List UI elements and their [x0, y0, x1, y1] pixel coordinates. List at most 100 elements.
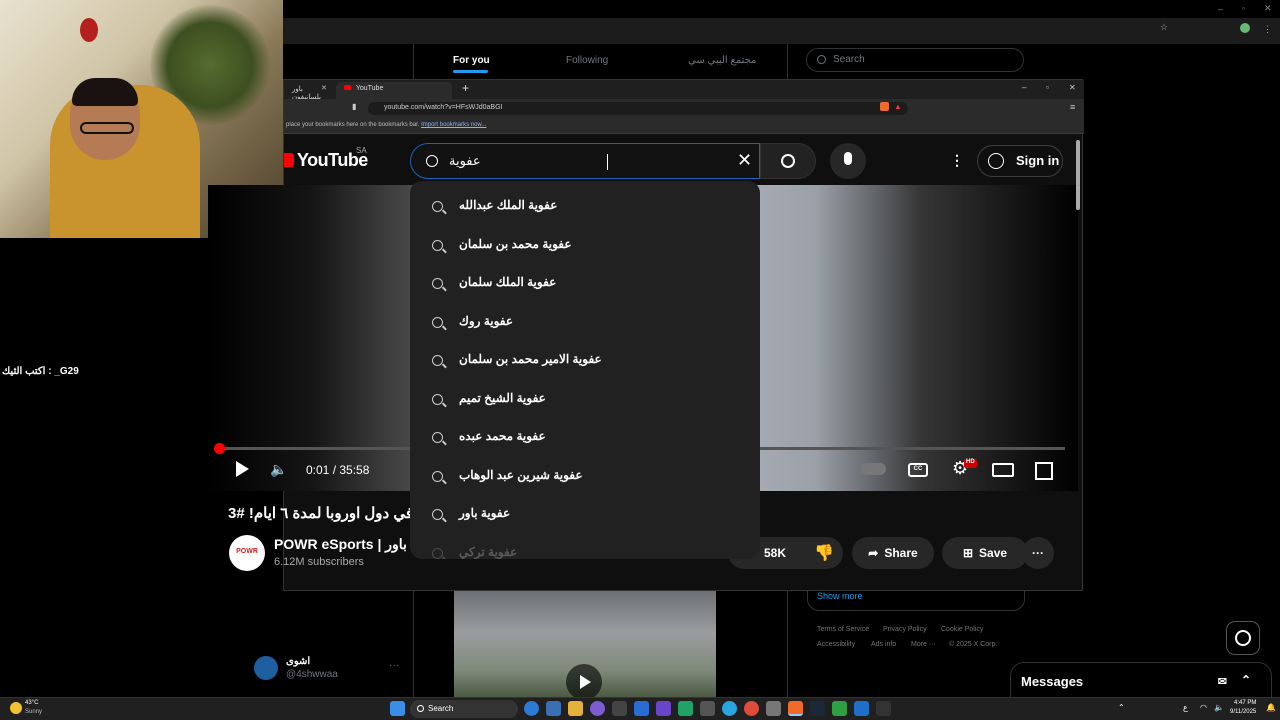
app-icon[interactable] — [854, 701, 869, 716]
tab-community[interactable]: مجتمع اليبي سي — [688, 55, 756, 66]
footer-privacy[interactable]: Privacy Policy — [883, 626, 927, 633]
post-author-name[interactable]: اشوى — [286, 656, 310, 667]
more-actions-button[interactable]: ··· — [1022, 537, 1054, 569]
autoplay-toggle[interactable] — [860, 463, 886, 475]
browser-menu-icon[interactable]: ≡ — [1070, 102, 1075, 112]
theater-mode-icon[interactable] — [992, 463, 1014, 477]
window-maximize-icon[interactable]: ▫ — [1046, 83, 1049, 92]
save-button[interactable]: ⊞ Save — [942, 537, 1028, 569]
suggestion-item[interactable]: عفوية الملك عبدالله — [410, 187, 760, 225]
suggestion-item[interactable]: عفوية الملك سلمان — [410, 264, 760, 302]
taskbar-search[interactable]: Search — [410, 700, 518, 718]
new-tab-icon[interactable]: + — [462, 81, 469, 95]
suggestion-item[interactable]: عفوية شيرين عبد الوهاب — [410, 457, 760, 495]
app-icon[interactable] — [766, 701, 781, 716]
volume-icon[interactable]: 🔈 — [270, 461, 287, 478]
suggestion-item[interactable]: عفوية تركي — [410, 534, 760, 559]
app-icon[interactable] — [700, 701, 715, 716]
suggestion-item[interactable]: عفوية محمد عبده — [410, 418, 760, 456]
tab-youtube[interactable]: YouTube — [336, 82, 452, 99]
suggestion-item[interactable]: عفوية باور — [410, 495, 760, 533]
sign-in-button[interactable]: Sign in — [977, 145, 1063, 177]
bookmark-star-icon[interactable]: ☆ — [1160, 22, 1168, 33]
clock-date[interactable]: 9/11/2025 — [1230, 709, 1256, 715]
address-bar[interactable]: youtube.com/watch?v=HFsWJd0aBGI — [368, 102, 908, 115]
footer-terms[interactable]: Terms of Service — [817, 626, 869, 633]
search-icon — [432, 278, 443, 289]
file-explorer-icon[interactable] — [568, 701, 583, 716]
progress-scrubber[interactable] — [214, 443, 225, 454]
footer-more[interactable]: More ··· — [911, 641, 936, 648]
bookmark-icon[interactable]: ▮ — [352, 102, 356, 111]
more-options-icon[interactable]: ··· — [389, 660, 399, 671]
tab-following[interactable]: Following — [566, 55, 608, 66]
terminal-icon[interactable] — [876, 701, 891, 716]
window-minimize-icon[interactable]: – — [1022, 83, 1026, 92]
clock-time[interactable]: 4:47 PM — [1234, 700, 1256, 706]
app-icon[interactable] — [634, 701, 649, 716]
media-play-button[interactable] — [566, 664, 602, 700]
compose-message-icon[interactable]: ✉ — [1218, 675, 1227, 688]
maximize-icon[interactable]: ▫ — [1242, 4, 1245, 13]
app-icon[interactable] — [590, 701, 605, 716]
voice-search-button[interactable] — [830, 143, 866, 179]
close-icon[interactable]: ✕ — [1264, 3, 1272, 14]
collapse-icon[interactable]: ⌃ — [1241, 673, 1251, 687]
chrome-icon[interactable] — [744, 701, 759, 716]
wifi-icon[interactable]: ◠ — [1200, 703, 1207, 712]
search-button[interactable] — [760, 143, 816, 179]
edge-icon[interactable] — [524, 701, 539, 716]
telegram-icon[interactable] — [722, 701, 737, 716]
mail-icon[interactable] — [546, 701, 561, 716]
tray-overflow-icon[interactable]: ⌃ — [1118, 703, 1125, 712]
channel-avatar[interactable]: POWR — [229, 535, 265, 571]
app-icon[interactable] — [832, 701, 847, 716]
captions-button[interactable]: CC — [908, 463, 928, 477]
start-icon[interactable] — [390, 701, 405, 716]
youtube-search-input[interactable]: عفوية ✕ — [410, 143, 760, 179]
share-button[interactable]: ➦ Share — [852, 537, 934, 569]
post-author-handle[interactable]: @4shwwaa — [286, 669, 338, 680]
suggestion-item[interactable]: عفوية الامير محمد بن سلمان — [410, 341, 760, 379]
avatar[interactable] — [254, 656, 278, 680]
brave-rewards-icon[interactable]: ▲ — [894, 102, 902, 111]
footer-ads-info[interactable]: Ads info — [871, 641, 896, 648]
x-browser-menu-icon[interactable]: ⋮ — [1263, 24, 1272, 35]
search-query: عفوية — [449, 153, 481, 168]
page-scrollbar[interactable] — [1076, 140, 1080, 210]
notification-icon[interactable]: 🔔 — [1266, 703, 1276, 712]
app-icon[interactable] — [612, 701, 627, 716]
app-icon[interactable] — [678, 701, 693, 716]
footer-cookie[interactable]: Cookie Policy — [941, 626, 983, 633]
window-close-icon[interactable]: ✕ — [1069, 83, 1076, 92]
fullscreen-icon[interactable] — [1035, 462, 1053, 480]
suggestion-item[interactable]: عفوية روك — [410, 303, 760, 341]
weather-icon[interactable] — [10, 702, 22, 714]
footer-accessibility[interactable]: Accessibility — [817, 641, 855, 648]
youtube-favicon-icon — [344, 85, 351, 90]
clear-search-icon[interactable]: ✕ — [737, 150, 752, 171]
import-bookmarks-link[interactable]: Import bookmarks now... — [421, 122, 486, 128]
region-code: SA — [356, 146, 367, 155]
suggestion-item[interactable]: عفوية الشيخ تميم — [410, 380, 760, 418]
grok-button[interactable] — [1226, 621, 1260, 655]
suggestion-item[interactable]: عفوية محمد بن سلمان — [410, 226, 760, 264]
steam-icon[interactable] — [810, 701, 825, 716]
play-button[interactable] — [236, 461, 249, 477]
show-more-link[interactable]: Show more — [817, 591, 863, 601]
profile-icon[interactable] — [1240, 23, 1250, 33]
tab-for-you[interactable]: For you — [453, 55, 490, 66]
minimize-icon[interactable]: – — [1218, 4, 1223, 14]
brave-shield-icon[interactable] — [880, 102, 889, 111]
channel-name[interactable]: POWR eSports | باور — [274, 536, 407, 553]
x-search-input[interactable]: Search — [806, 48, 1024, 72]
settings-menu-icon[interactable]: ⋮ — [950, 152, 964, 169]
tab-1-close-icon[interactable]: ✕ — [321, 84, 327, 92]
dislike-button[interactable]: 👎 — [804, 537, 844, 569]
brave-icon[interactable] — [788, 701, 803, 716]
subscriber-count: 6.12M subscribers — [274, 556, 364, 568]
input-language[interactable]: ع — [1183, 703, 1188, 712]
app-icon[interactable] — [656, 701, 671, 716]
speaker-icon[interactable]: 🔈 — [1214, 703, 1224, 712]
like-count: 58K — [764, 546, 787, 560]
